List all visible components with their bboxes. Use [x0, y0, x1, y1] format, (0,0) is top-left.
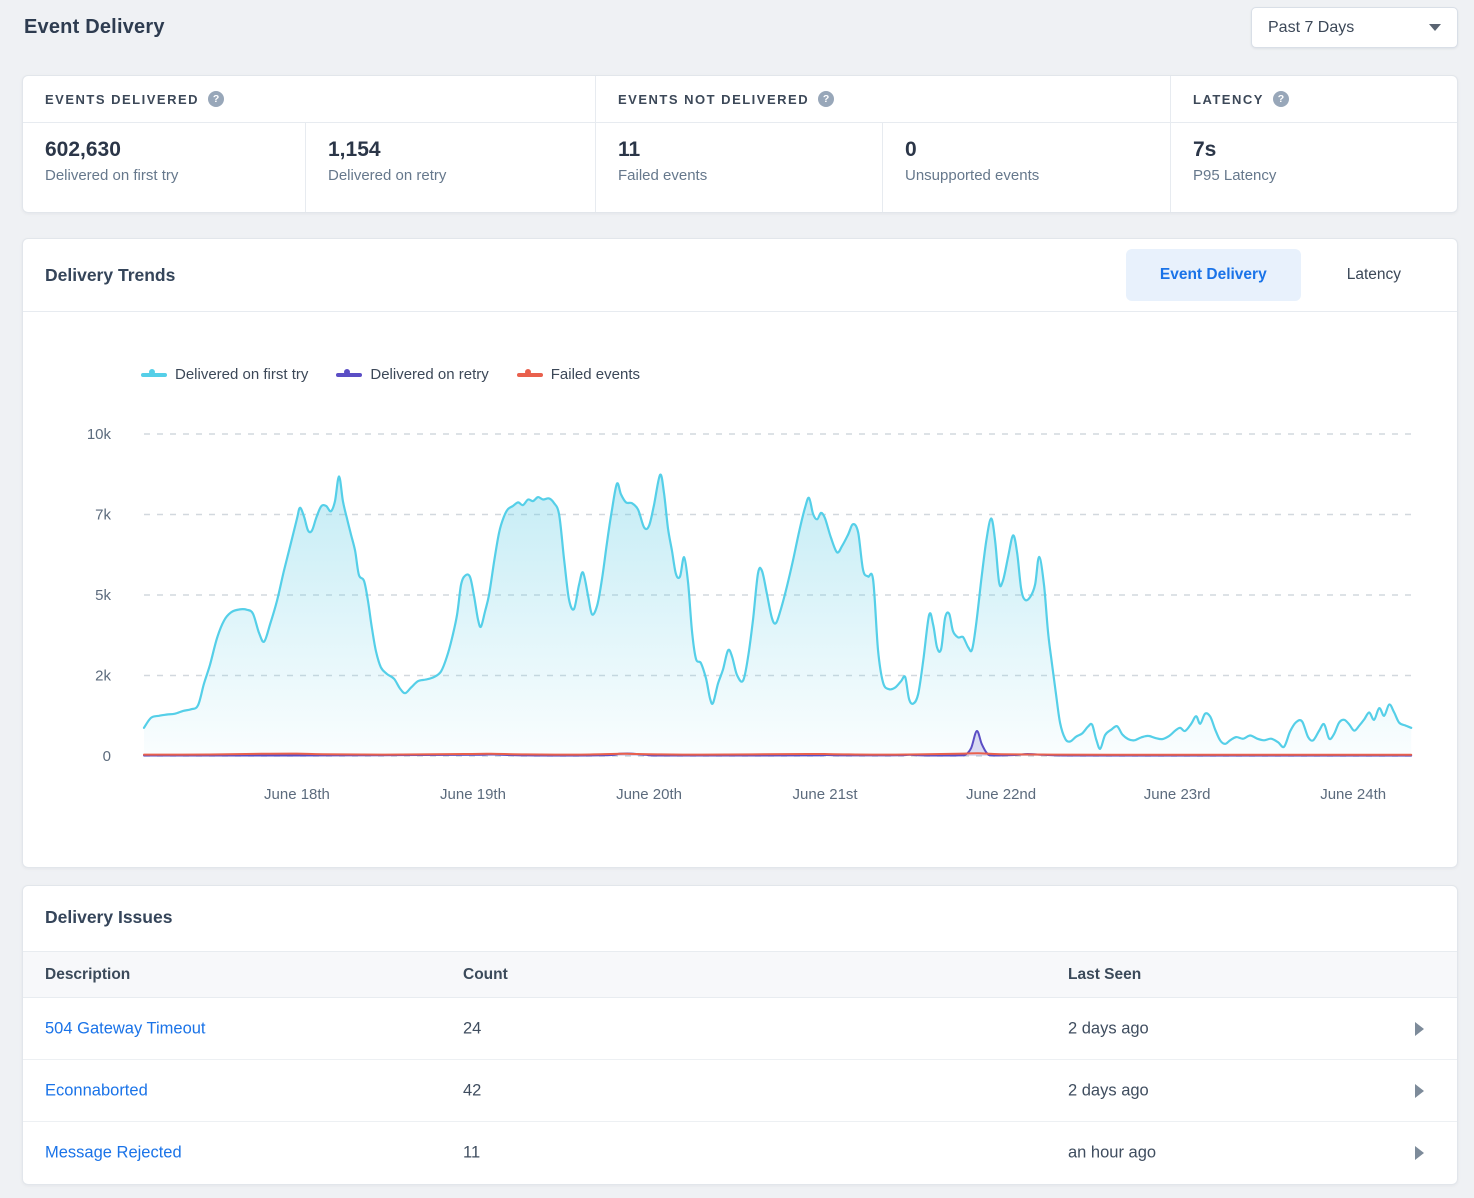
metric-value: 11: [618, 138, 882, 162]
issues-title: Delivery Issues: [23, 886, 1457, 928]
x-axis-tick-label: June 22nd: [966, 786, 1036, 803]
trends-tab-group: Event Delivery Latency: [1126, 249, 1435, 301]
stats-header-row: EVENTS DELIVERED ? EVENTS NOT DELIVERED …: [23, 76, 1457, 123]
issue-count: 42: [463, 1081, 481, 1100]
chart-canvas: 0 2k 5k 7k 10k June 18th June 19th June 20th Jun…: [23, 312, 1459, 868]
metric-value: 7s: [1193, 138, 1457, 162]
chevron-down-icon: [1429, 24, 1441, 31]
y-axis-tick-label: 10k: [87, 426, 112, 443]
legend-item[interactable]: Failed events: [517, 366, 640, 383]
y-axis-tick-label: 7k: [95, 507, 111, 524]
x-axis-tick-label: June 20th: [616, 786, 682, 803]
time-range-dropdown[interactable]: Past 7 Days: [1251, 7, 1458, 48]
chevron-right-icon[interactable]: [1415, 1022, 1424, 1036]
x-axis-tick-label: June 21st: [793, 786, 859, 803]
issue-last-seen: 2 days ago: [1068, 1081, 1149, 1100]
legend-label: Delivered on retry: [370, 366, 488, 383]
metric-value: 0: [905, 138, 1170, 162]
legend-marker-icon: [336, 373, 362, 377]
issue-link[interactable]: Econnaborted: [45, 1081, 148, 1100]
metric-label: P95 Latency: [1193, 167, 1457, 184]
metric-value: 602,630: [45, 138, 305, 162]
issues-table-header: Description Count Last Seen: [23, 951, 1458, 998]
legend-marker-icon: [141, 373, 167, 377]
help-icon[interactable]: ?: [818, 91, 834, 107]
y-axis-tick-label: 2k: [95, 668, 111, 685]
metric-failed-events: 11 Failed events: [596, 123, 883, 212]
delivery-trends-chart: Delivered on first try Delivered on retry…: [23, 312, 1459, 868]
chevron-right-icon[interactable]: [1415, 1084, 1424, 1098]
column-header-description: Description: [45, 966, 130, 984]
chevron-right-icon[interactable]: [1415, 1146, 1424, 1160]
stats-group-latency: LATENCY ?: [1171, 76, 1457, 122]
tab-event-delivery[interactable]: Event Delivery: [1126, 249, 1301, 301]
metric-delivered-retry: 1,154 Delivered on retry: [306, 123, 596, 212]
y-axis-tick-label: 5k: [95, 587, 111, 604]
metric-unsupported-events: 0 Unsupported events: [883, 123, 1171, 212]
x-axis-tick-label: June 18th: [264, 786, 330, 803]
legend-marker-icon: [517, 373, 543, 377]
x-axis-tick-label: June 24th: [1320, 786, 1386, 803]
delivery-trends-card: Delivery Trends Event Delivery Latency D…: [22, 238, 1458, 868]
page-title: Event Delivery: [24, 16, 165, 39]
legend-item[interactable]: Delivered on first try: [141, 366, 308, 383]
metric-label: Unsupported events: [905, 167, 1170, 184]
table-row[interactable]: 504 Gateway Timeout 24 2 days ago: [23, 998, 1458, 1060]
metric-delivered-first-try: 602,630 Delivered on first try: [23, 123, 306, 212]
metric-label: Failed events: [618, 167, 882, 184]
issue-last-seen: 2 days ago: [1068, 1019, 1149, 1038]
stats-group-events-not-delivered: EVENTS NOT DELIVERED ?: [596, 76, 1171, 122]
legend-label: Failed events: [551, 366, 640, 383]
issue-count: 11: [463, 1144, 480, 1163]
help-icon[interactable]: ?: [208, 91, 224, 107]
issue-last-seen: an hour ago: [1068, 1144, 1156, 1163]
metric-label: Delivered on first try: [45, 167, 305, 184]
trends-card-header: Delivery Trends Event Delivery Latency: [23, 239, 1457, 312]
help-icon[interactable]: ?: [1273, 91, 1289, 107]
stats-group-events-delivered: EVENTS DELIVERED ?: [23, 76, 596, 122]
issue-link[interactable]: Message Rejected: [45, 1144, 182, 1163]
time-range-value: Past 7 Days: [1268, 19, 1354, 37]
metric-p95-latency: 7s P95 Latency: [1171, 123, 1457, 212]
y-axis-tick-label: 0: [103, 748, 111, 765]
tab-latency[interactable]: Latency: [1313, 249, 1435, 301]
x-axis-tick-label: June 23rd: [1144, 786, 1211, 803]
chart-series-group: [144, 475, 1411, 756]
legend-label: Delivered on first try: [175, 366, 308, 383]
stats-group-label: EVENTS NOT DELIVERED: [618, 92, 809, 107]
trends-title: Delivery Trends: [45, 265, 175, 286]
stats-summary-card: EVENTS DELIVERED ? EVENTS NOT DELIVERED …: [22, 75, 1458, 213]
issue-count: 24: [463, 1019, 481, 1038]
series-area-0: [144, 475, 1411, 756]
delivery-issues-card: Delivery Issues Description Count Last S…: [22, 885, 1458, 1185]
x-axis-tick-label: June 19th: [440, 786, 506, 803]
column-header-count: Count: [463, 966, 508, 984]
chart-legend: Delivered on first try Delivered on retry…: [141, 366, 640, 383]
metric-value: 1,154: [328, 138, 595, 162]
stats-group-label: EVENTS DELIVERED: [45, 92, 199, 107]
stats-group-label: LATENCY: [1193, 92, 1264, 107]
issue-link[interactable]: 504 Gateway Timeout: [45, 1019, 206, 1038]
legend-item[interactable]: Delivered on retry: [336, 366, 488, 383]
column-header-last-seen: Last Seen: [1068, 966, 1141, 984]
stats-values-row: 602,630 Delivered on first try 1,154 Del…: [23, 123, 1457, 212]
table-row[interactable]: Message Rejected 11 an hour ago: [23, 1122, 1458, 1184]
metric-label: Delivered on retry: [328, 167, 595, 184]
table-row[interactable]: Econnaborted 42 2 days ago: [23, 1060, 1458, 1122]
event-delivery-page: Event Delivery Past 7 Days EVENTS DELIVE…: [0, 0, 1474, 1198]
